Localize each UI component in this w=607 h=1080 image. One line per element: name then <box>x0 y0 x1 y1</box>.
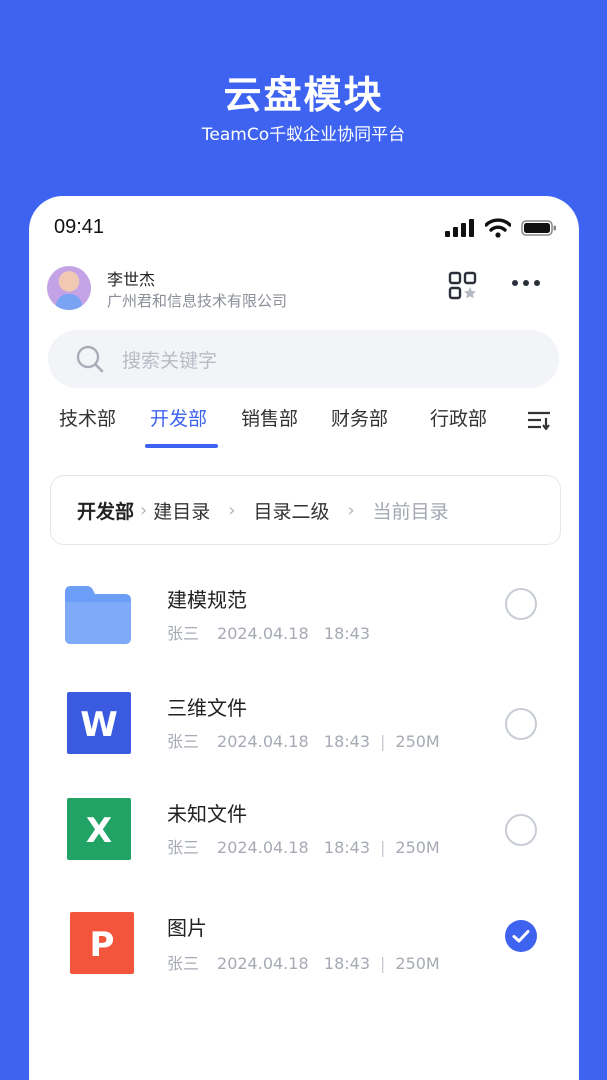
file-meta: 张三 2024.04.18 18:43 | 250M <box>167 732 440 751</box>
select-checkbox-checked[interactable] <box>505 920 537 952</box>
wifi-icon <box>485 218 511 238</box>
file-meta: 张三 2024.04.18 18:43 | 250M <box>167 838 440 857</box>
tab-tech[interactable]: 技术部 <box>59 404 116 431</box>
breadcrumb-item[interactable]: 目录二级 <box>253 497 329 524</box>
chevron-right-icon: › <box>347 499 355 521</box>
check-icon <box>512 930 530 943</box>
svg-text:P: P <box>90 925 115 965</box>
status-icons <box>445 218 557 238</box>
phone-screen: 09:41 李世杰 广州君和信息技术有限公司 搜索关键字 技术部 开发部 销售部… <box>29 196 579 1080</box>
tab-sales[interactable]: 销售部 <box>241 404 298 431</box>
ppt-icon: P <box>70 912 134 974</box>
tab-finance[interactable]: 财务部 <box>331 404 388 431</box>
hero-title: 云盘模块 <box>223 73 384 117</box>
breadcrumb: 开发部 › 建目录 › 目录二级 › 当前目录 <box>50 475 561 545</box>
file-name: 未知文件 <box>167 802 247 826</box>
file-meta: 张三 2024.04.18 18:43 | 250M <box>167 954 440 973</box>
search-placeholder: 搜索关键字 <box>122 349 218 372</box>
active-tab-indicator <box>145 444 218 448</box>
list-item[interactable]: W 三维文件 张三 2024.04.18 18:43 | 250M <box>29 692 579 792</box>
list-item[interactable]: X 未知文件 张三 2024.04.18 18:43 | 250M <box>29 798 579 898</box>
user-name: 李世杰 <box>107 270 156 289</box>
status-time: 09:41 <box>54 216 105 238</box>
user-organization: 广州君和信息技术有限公司 <box>107 292 288 310</box>
search-icon <box>76 345 104 373</box>
list-item[interactable]: 建模规范 张三 2024.04.18 18:43 <box>29 584 579 684</box>
chevron-right-icon: › <box>228 499 236 521</box>
tab-dev[interactable]: 开发部 <box>150 404 207 431</box>
qr-code-icon[interactable] <box>448 271 478 301</box>
select-checkbox[interactable] <box>505 708 537 740</box>
tab-menu-icon[interactable] <box>527 410 551 430</box>
breadcrumb-root[interactable]: 开发部 <box>77 497 134 524</box>
hero-subtitle: TeamCo千蚁企业协同平台 <box>201 125 406 145</box>
excel-icon: X <box>67 798 131 860</box>
breadcrumb-current: 当前目录 <box>372 500 449 523</box>
file-meta: 张三 2024.04.18 18:43 <box>167 624 370 643</box>
battery-icon <box>521 220 556 236</box>
avatar[interactable] <box>47 266 91 310</box>
more-icon[interactable] <box>512 280 540 286</box>
tab-admin[interactable]: 行政部 <box>430 404 487 431</box>
signal-icon <box>445 219 474 237</box>
file-name: 建模规范 <box>167 588 247 612</box>
file-name: 三维文件 <box>167 696 247 720</box>
svg-text:W: W <box>80 705 118 745</box>
folder-icon <box>65 586 131 644</box>
list-item[interactable]: P 图片 张三 2024.04.18 18:43 | 250M <box>29 912 579 1012</box>
svg-text:X: X <box>86 811 112 851</box>
file-name: 图片 <box>167 916 207 940</box>
select-checkbox[interactable] <box>505 814 537 846</box>
select-checkbox[interactable] <box>505 588 537 620</box>
search-input[interactable]: 搜索关键字 <box>48 330 559 388</box>
breadcrumb-item[interactable]: 建目录 <box>153 497 210 524</box>
word-icon: W <box>67 692 131 754</box>
chevron-right-icon: › <box>140 499 148 521</box>
department-tabs: 技术部 开发部 销售部 财务部 行政部 <box>29 404 579 452</box>
